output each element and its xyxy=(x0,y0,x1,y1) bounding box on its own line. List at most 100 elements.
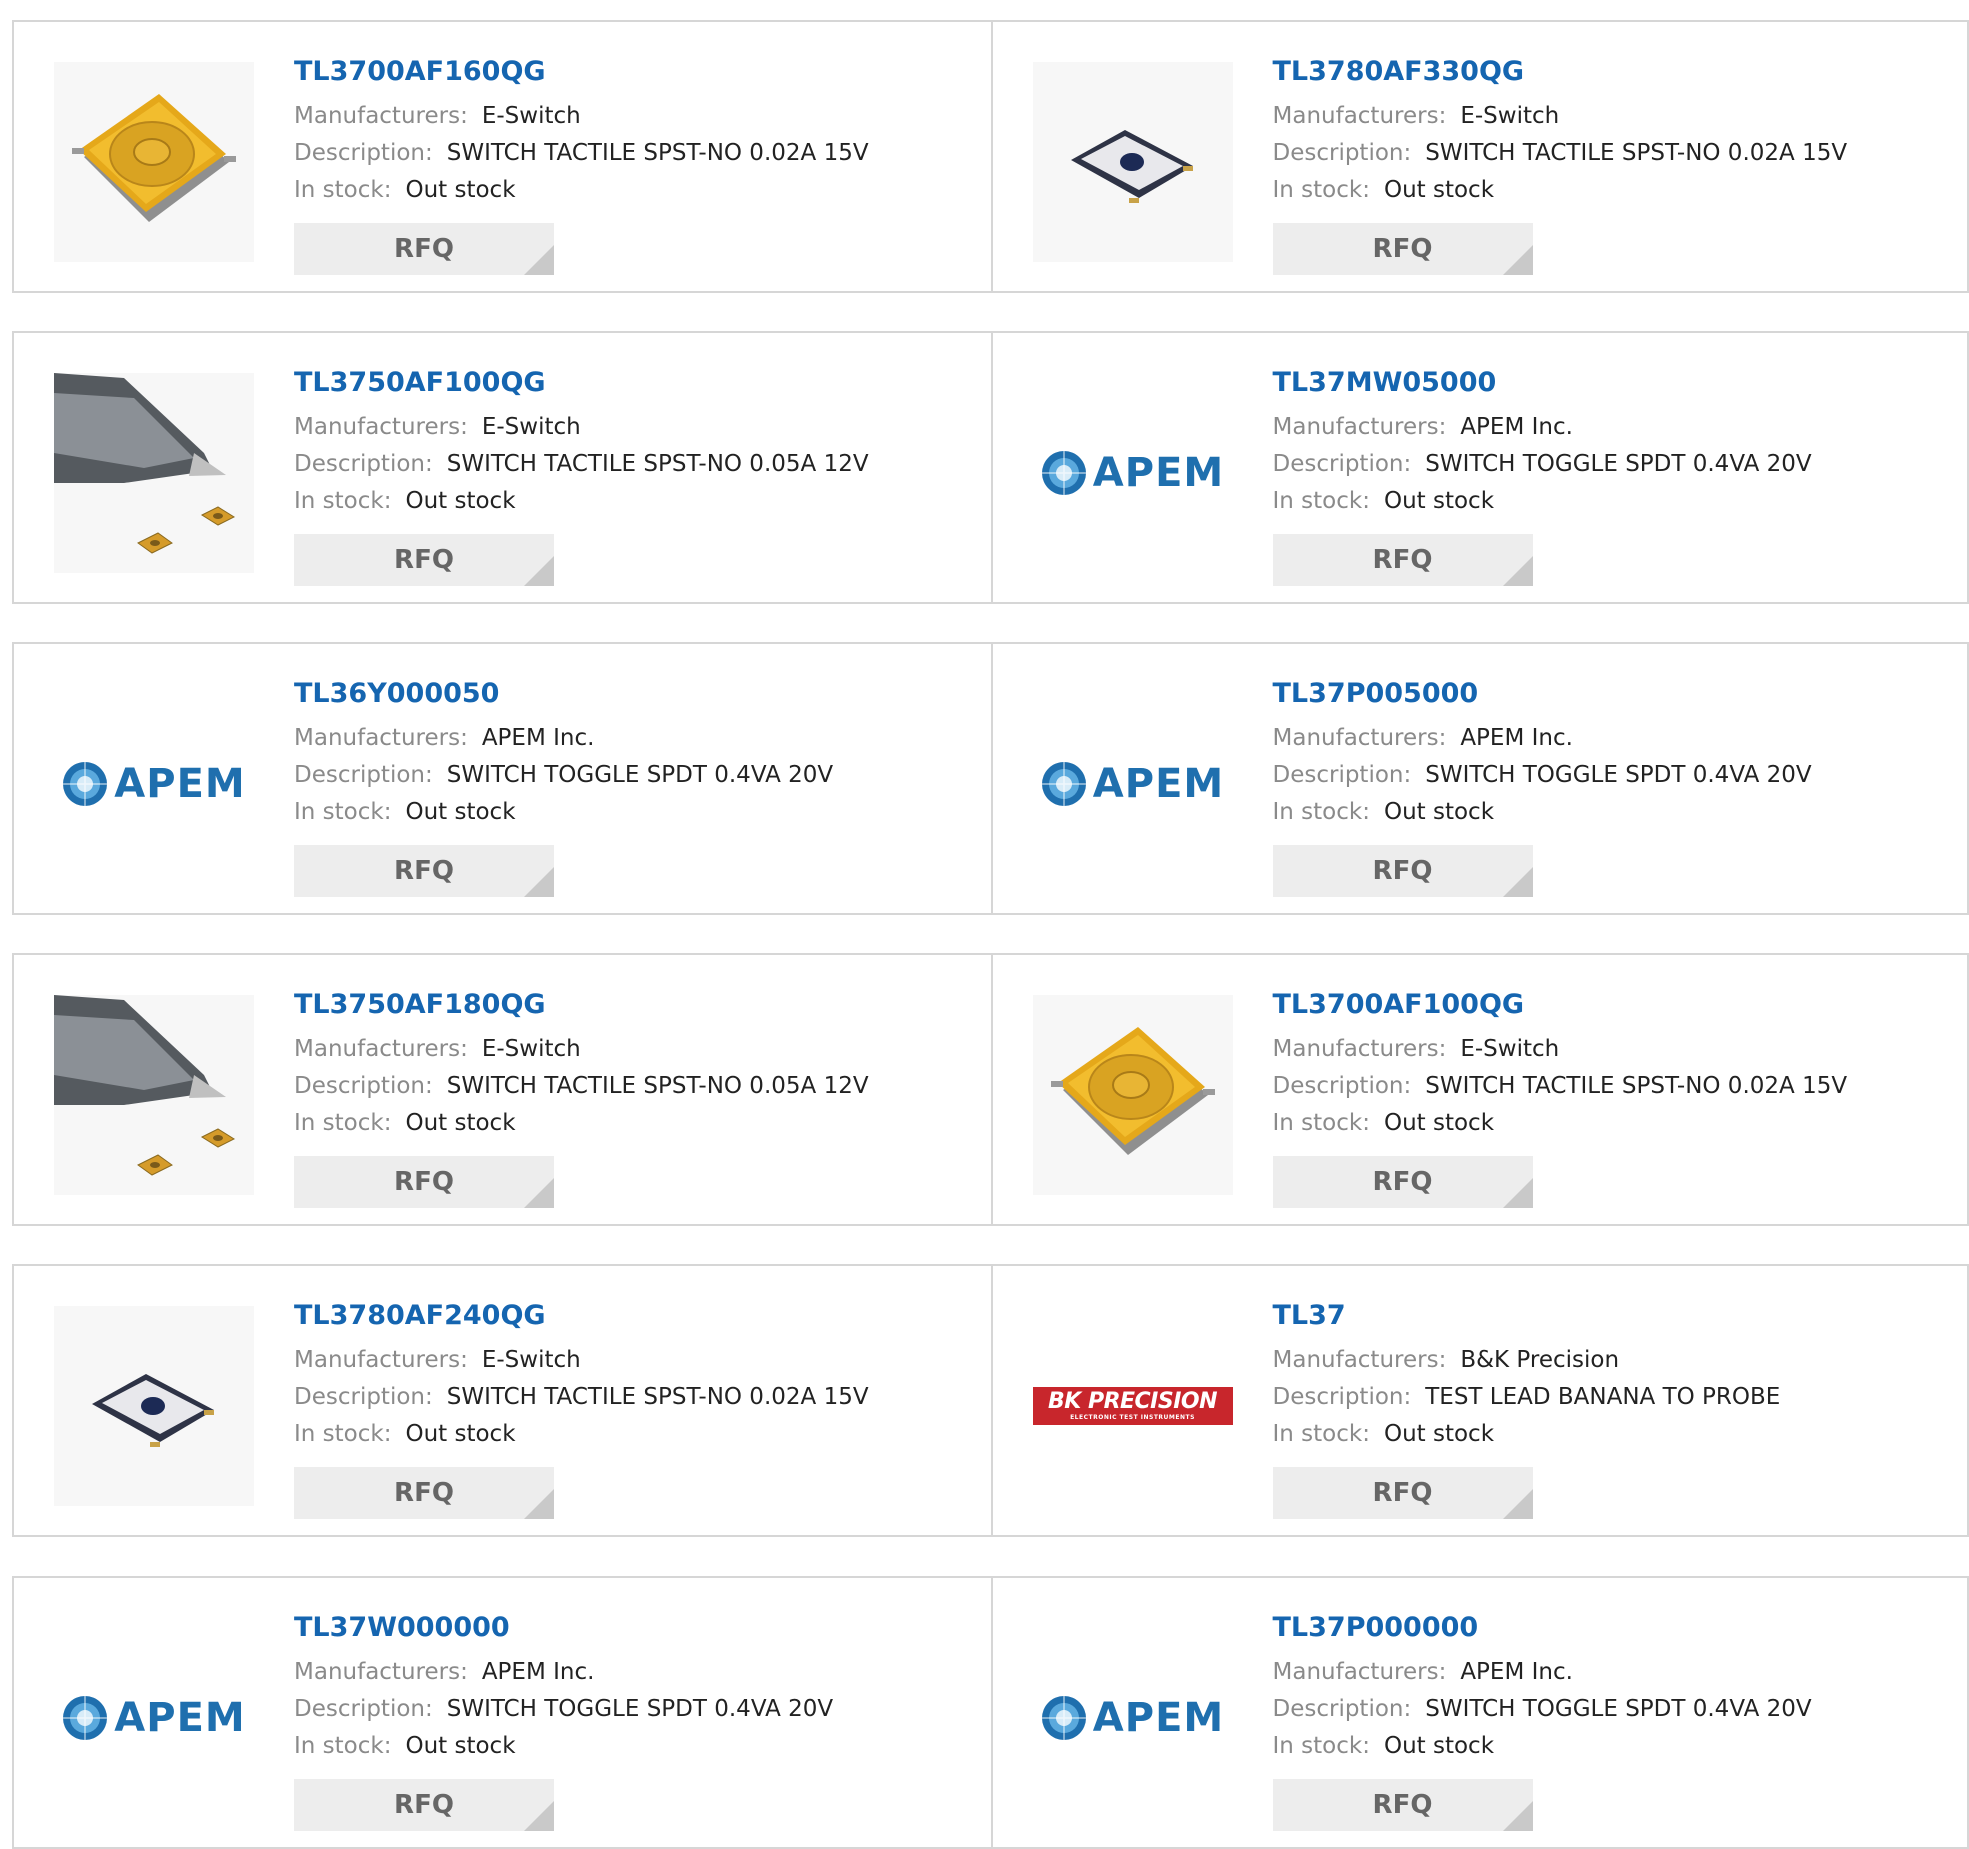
description-value: SWITCH TACTILE SPST-NO 0.02A 15V xyxy=(446,140,869,166)
description-value: TEST LEAD BANANA TO PROBE xyxy=(1425,1384,1781,1410)
rfq-button[interactable]: RFQ xyxy=(294,1467,554,1519)
apem-logo: APEM xyxy=(62,1695,245,1741)
rfq-button[interactable]: RFQ xyxy=(294,1779,554,1831)
stock-label: In stock: xyxy=(294,177,392,203)
apem-logo-text: APEM xyxy=(1092,1695,1225,1741)
product-image[interactable] xyxy=(54,1306,254,1506)
description-row: Description: SWITCH TACTILE SPST-NO 0.05A… xyxy=(294,1068,974,1105)
product-image[interactable] xyxy=(1032,995,1233,1195)
product-card: TL3780AF240QG Manufacturers: E-Switch Des… xyxy=(14,1266,991,1535)
apem-logo: APEM xyxy=(1041,450,1224,496)
rfq-button[interactable]: RFQ xyxy=(294,1156,554,1208)
rfq-button[interactable]: RFQ xyxy=(1272,1467,1533,1519)
part-number-link[interactable]: TL37W000000 xyxy=(294,1608,510,1648)
manufacturer-label: Manufacturers: xyxy=(1272,1347,1447,1373)
description-row: Description: SWITCH TACTILE SPST-NO 0.02A… xyxy=(294,1379,974,1416)
stock-row: In stock: Out stock xyxy=(1273,483,1953,520)
part-number-link[interactable]: TL3700AF160QG xyxy=(294,52,546,92)
part-number-link[interactable]: TL3780AF240QG xyxy=(294,1296,546,1336)
product-info: TL3780AF330QG Manufacturers: E-Switch Des… xyxy=(1272,52,1953,275)
stock-row: In stock: Out stock xyxy=(1273,1728,1953,1765)
manufacturer-label: Manufacturers: xyxy=(294,1659,468,1685)
part-number-link[interactable]: TL37 xyxy=(1273,1296,1346,1336)
part-number-link[interactable]: TL36Y000050 xyxy=(294,674,499,714)
product-card: APEM TL37MW05000 Manufacturers: APEM Inc.… xyxy=(990,333,1968,602)
product-image[interactable]: APEM xyxy=(1033,1618,1233,1818)
stock-value: Out stock xyxy=(405,1421,516,1447)
stock-value: Out stock xyxy=(1383,1421,1495,1447)
part-number-link[interactable]: TL37P000000 xyxy=(1273,1608,1479,1648)
product-card: APEM TL36Y000050 Manufacturers: APEM Inc.… xyxy=(14,644,991,913)
description-row: Description: SWITCH TACTILE SPST-NO 0.02A… xyxy=(1273,1068,1953,1105)
product-image[interactable]: BK PRECISION ELECTRONIC TEST INSTRUMENTS xyxy=(1032,1306,1233,1506)
product-image[interactable] xyxy=(1032,62,1233,262)
rfq-button[interactable]: RFQ xyxy=(1272,223,1533,275)
stock-row: In stock: Out stock xyxy=(294,172,974,209)
stock-label: In stock: xyxy=(1272,1733,1370,1759)
rfq-button[interactable]: RFQ xyxy=(1272,845,1533,897)
stock-value: Out stock xyxy=(405,488,516,514)
stock-value: Out stock xyxy=(1383,1110,1495,1136)
manufacturer-value: E-Switch xyxy=(481,103,581,129)
manufacturer-value: E-Switch xyxy=(1460,103,1560,129)
apem-globe-icon xyxy=(1041,762,1086,806)
product-card: BK PRECISION ELECTRONIC TEST INSTRUMENTS … xyxy=(990,1266,1968,1535)
part-number-link[interactable]: TL3780AF330QG xyxy=(1273,52,1525,92)
description-value: SWITCH TOGGLE SPDT 0.4VA 20V xyxy=(446,762,834,788)
product-row: TL3700AF160QG Manufacturers: E-Switch Des… xyxy=(12,20,1969,293)
rfq-button[interactable]: RFQ xyxy=(294,534,554,586)
product-info: TL3750AF180QG Manufacturers: E-Switch Des… xyxy=(294,985,974,1208)
part-number-link[interactable]: TL3700AF100QG xyxy=(1273,985,1525,1025)
manufacturer-row: Manufacturers: APEM Inc. xyxy=(1273,1654,1953,1691)
description-row: Description: SWITCH TOGGLE SPDT 0.4VA 20V xyxy=(1273,1691,1953,1728)
product-image[interactable]: APEM xyxy=(1033,373,1233,573)
description-value: SWITCH TACTILE SPST-NO 0.05A 12V xyxy=(446,451,869,477)
tactile-switch-photo xyxy=(1032,995,1233,1195)
description-value: SWITCH TACTILE SPST-NO 0.02A 15V xyxy=(1425,1073,1848,1099)
description-value: SWITCH TOGGLE SPDT 0.4VA 20V xyxy=(1425,762,1812,788)
manufacturer-row: Manufacturers: E-Switch xyxy=(1273,1031,1953,1068)
stock-row: In stock: Out stock xyxy=(294,483,974,520)
description-row: Description: TEST LEAD BANANA TO PROBE xyxy=(1273,1379,1953,1416)
stock-label: In stock: xyxy=(294,799,392,825)
product-image[interactable]: APEM xyxy=(54,684,254,884)
part-number-link[interactable]: TL37MW05000 xyxy=(1273,363,1497,403)
rfq-button[interactable]: RFQ xyxy=(294,845,554,897)
part-number-link[interactable]: TL3750AF180QG xyxy=(294,985,546,1025)
product-image[interactable] xyxy=(54,62,254,262)
manufacturer-value: APEM Inc. xyxy=(1460,1659,1573,1685)
description-label: Description: xyxy=(1272,1384,1412,1410)
product-image[interactable]: APEM xyxy=(54,1618,254,1818)
part-number-link[interactable]: TL37P005000 xyxy=(1273,674,1479,714)
rfq-button[interactable]: RFQ xyxy=(1272,1779,1533,1831)
manufacturer-value: APEM Inc. xyxy=(1460,725,1573,751)
tactile-switch-photo xyxy=(54,1306,254,1506)
manufacturer-row: Manufacturers: E-Switch xyxy=(294,98,974,135)
apem-globe-icon xyxy=(63,1696,108,1740)
rfq-button[interactable]: RFQ xyxy=(294,223,554,275)
pen-tip-with-switches-photo xyxy=(54,373,254,573)
description-label: Description: xyxy=(294,762,433,788)
apem-logo: APEM xyxy=(1041,761,1224,807)
part-number-link[interactable]: TL3750AF100QG xyxy=(294,363,546,403)
product-image[interactable] xyxy=(54,373,254,573)
manufacturer-label: Manufacturers: xyxy=(1272,103,1447,129)
manufacturer-label: Manufacturers: xyxy=(1272,1036,1447,1062)
product-image[interactable] xyxy=(54,995,254,1195)
apem-logo-text: APEM xyxy=(114,761,246,807)
product-row: TL3750AF180QG Manufacturers: E-Switch Des… xyxy=(12,953,1969,1226)
rfq-button[interactable]: RFQ xyxy=(1272,1156,1533,1208)
rfq-button[interactable]: RFQ xyxy=(1272,534,1533,586)
product-info: TL3750AF100QG Manufacturers: E-Switch Des… xyxy=(294,363,974,586)
description-row: Description: SWITCH TACTILE SPST-NO 0.05A… xyxy=(294,446,974,483)
stock-label: In stock: xyxy=(294,1733,392,1759)
stock-label: In stock: xyxy=(1272,488,1370,514)
product-card: TL3750AF180QG Manufacturers: E-Switch Des… xyxy=(14,955,991,1224)
product-row: APEM TL36Y000050 Manufacturers: APEM Inc.… xyxy=(12,642,1969,915)
product-row: APEM TL37W000000 Manufacturers: APEM Inc.… xyxy=(12,1576,1969,1849)
stock-row: In stock: Out stock xyxy=(294,1416,974,1453)
product-card: TL3700AF160QG Manufacturers: E-Switch Des… xyxy=(14,22,991,291)
apem-globe-icon xyxy=(1041,451,1086,495)
product-image[interactable]: APEM xyxy=(1033,684,1233,884)
description-row: Description: SWITCH TACTILE SPST-NO 0.02A… xyxy=(294,135,974,172)
